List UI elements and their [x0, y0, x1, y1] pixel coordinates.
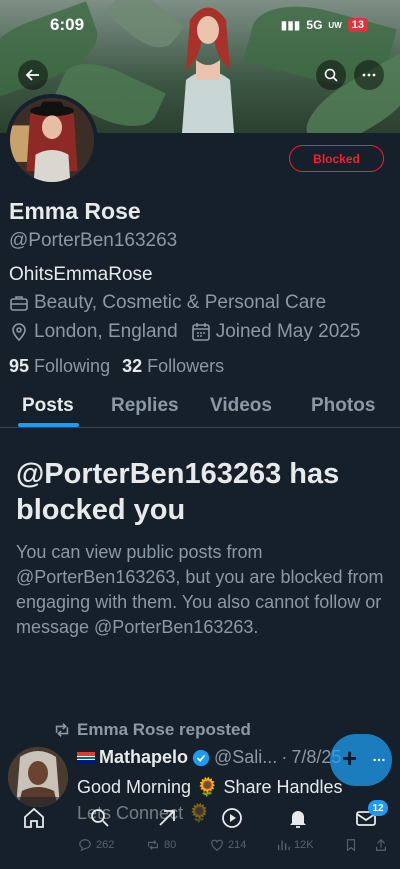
reply-action[interactable]: 262 [78, 838, 114, 852]
status-indicators: ▮▮▮ 5G UW 13 [281, 18, 368, 32]
play-icon [222, 808, 242, 828]
verified-icon [192, 749, 210, 766]
compose-button[interactable]: + [330, 734, 392, 786]
repost-indicator: Emma Rose reposted [53, 720, 251, 740]
reply-icon [79, 839, 91, 852]
signal-icon: ▮▮▮ [280, 18, 301, 32]
following-label: Following [34, 356, 111, 376]
profile-bio: OhitsEmmaRose [9, 264, 153, 285]
home-icon [24, 807, 44, 828]
views-count: 12K [294, 839, 314, 851]
search-nav-icon [91, 809, 109, 827]
followers-count: 32 [122, 356, 143, 376]
tab-photos[interactable]: Photos [311, 395, 375, 417]
profile-joined: Joined May 2025 [215, 321, 361, 342]
avatar-image [10, 98, 94, 182]
grok-icon [159, 810, 175, 826]
more-icon [362, 73, 376, 77]
like-action[interactable]: 214 [210, 838, 246, 852]
share-icon [376, 838, 386, 851]
post-header: Mathapelo @Sali... · 7/8/25 [77, 747, 341, 768]
flag-icon [77, 751, 95, 764]
calendar-icon [191, 323, 210, 341]
more-button[interactable] [354, 60, 384, 90]
repost-label: Emma Rose reposted [77, 720, 251, 739]
location-pin-icon [12, 323, 26, 342]
plus-icon: + [342, 743, 358, 773]
reply-count: 262 [96, 839, 115, 851]
share-action[interactable] [374, 838, 388, 852]
blocked-notice-title: @PorterBen163263 has blocked you [16, 458, 340, 526]
network-sub-label: UW [328, 20, 342, 30]
repost-action-icon [148, 840, 158, 850]
nav-grok[interactable] [155, 806, 181, 832]
nav-video[interactable] [220, 806, 246, 832]
status-bar: 6:09 ▮▮▮ 5G UW 13 [0, 0, 400, 50]
heart-icon [211, 839, 223, 851]
follow-stats: 95 Following 32 Followers [9, 356, 224, 377]
profile-location: London, England [34, 321, 178, 342]
nav-home[interactable] [22, 806, 48, 832]
profile-category: Beauty, Cosmetic & Personal Care [34, 292, 327, 313]
blocked-notice-description: You can view public posts from @PorterBe… [16, 542, 384, 637]
bell-icon [290, 811, 306, 828]
nav-search[interactable] [88, 806, 114, 832]
status-time: 6:09 [50, 15, 85, 34]
tab-posts[interactable]: Posts [22, 395, 74, 417]
back-button[interactable] [18, 60, 48, 90]
network-label: 5G [306, 18, 323, 32]
followers-label: Followers [147, 356, 225, 376]
nav-notifications[interactable] [286, 806, 312, 832]
profile-category-row: Beauty, Cosmetic & Personal Care [9, 292, 326, 314]
post-more-icon[interactable] [372, 753, 386, 767]
views-icon [277, 840, 290, 851]
followers-link[interactable]: 32 Followers [122, 356, 224, 377]
post-separator: · [281, 747, 288, 767]
search-button[interactable] [316, 60, 346, 90]
battery-indicator: 13 [347, 18, 368, 32]
briefcase-icon [10, 296, 28, 311]
tab-videos[interactable]: Videos [210, 395, 272, 417]
profile-tabs: Posts Replies Videos Photos [0, 390, 400, 428]
following-count: 95 [9, 356, 30, 376]
bottom-navigation [0, 797, 400, 837]
repost-icon [55, 723, 69, 737]
profile-display-name: Emma Rose [9, 198, 141, 224]
following-link[interactable]: 95 Following [9, 356, 110, 377]
profile-location-row: London, England Joined May 2025 [9, 321, 360, 343]
repost-action[interactable]: 80 [146, 838, 176, 852]
profile-handle: @PorterBen163263 [9, 230, 178, 251]
profile-avatar[interactable] [6, 94, 98, 186]
bookmark-icon [346, 839, 356, 852]
post-author-handle[interactable]: @Sali... [214, 747, 277, 768]
bookmark-action[interactable] [344, 838, 358, 852]
views-action[interactable]: 12K [276, 838, 314, 852]
blocked-button[interactable]: Blocked [289, 145, 384, 172]
back-arrow-icon [25, 69, 39, 81]
active-tab-indicator [18, 423, 79, 427]
like-count: 214 [228, 839, 247, 851]
tab-replies[interactable]: Replies [111, 395, 179, 417]
messages-badge: 12 [368, 800, 388, 816]
post-author-name[interactable]: Mathapelo [99, 747, 188, 768]
search-icon [324, 68, 338, 82]
repost-count: 80 [164, 839, 177, 851]
